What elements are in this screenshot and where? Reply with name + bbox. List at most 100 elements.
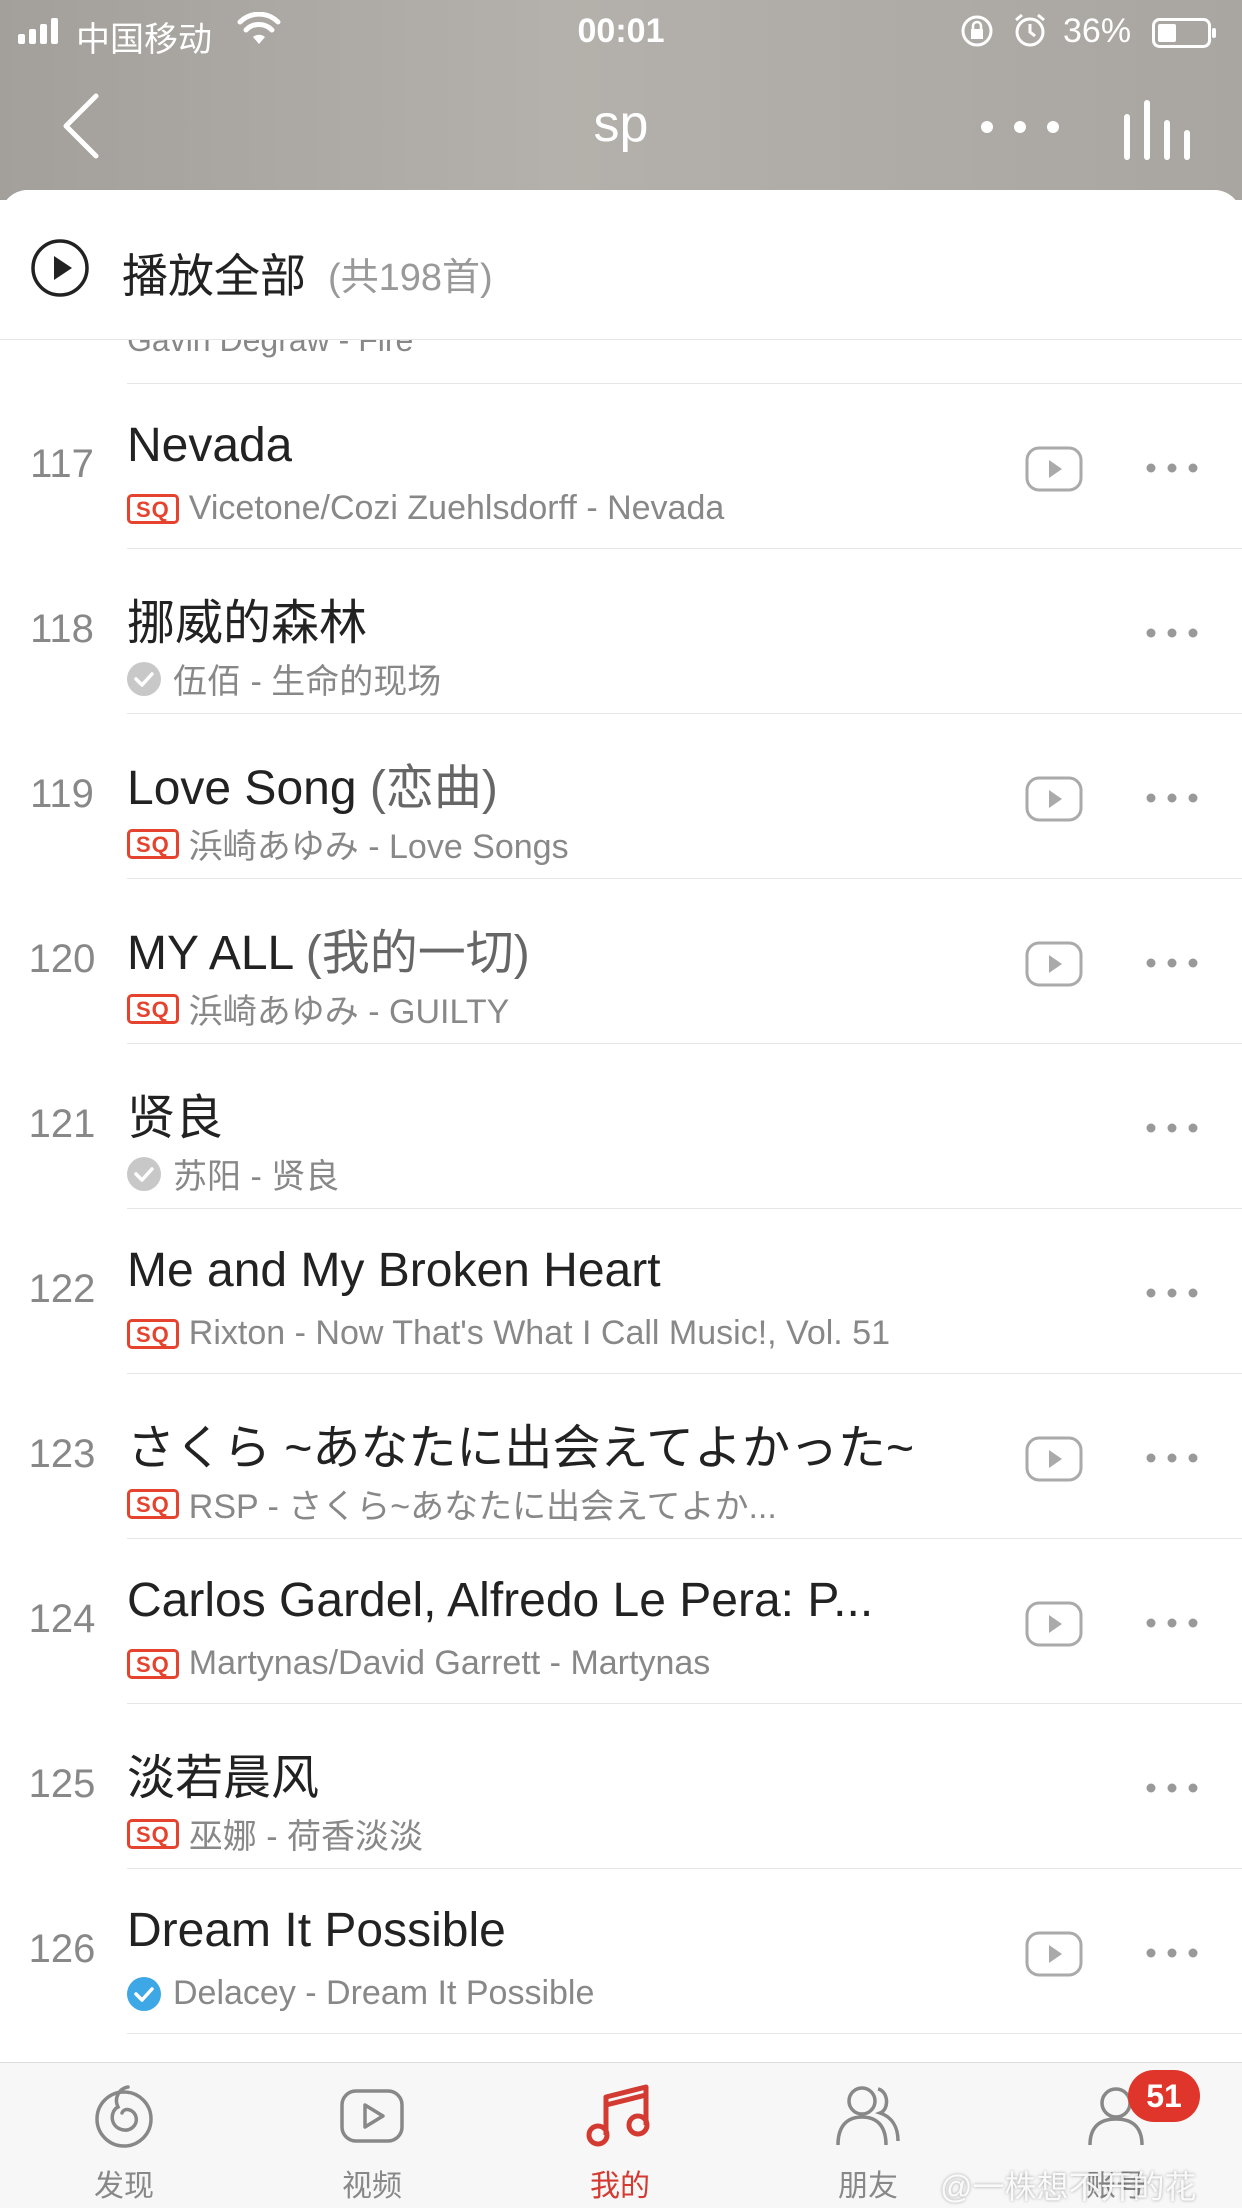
- song-index: 123: [28, 1432, 96, 1476]
- song-row[interactable]: 118 挪威的森林伍佰 - 生命的现场: [0, 549, 1242, 714]
- song-title-text: さくら ~あなたに出会えてよかった~: [127, 1422, 914, 1475]
- song-index: 124: [28, 1597, 96, 1641]
- song-meta: SQ Rixton - Now That's What I Call Music!…: [127, 1314, 890, 1353]
- song-row[interactable]: 126 Dream It Possible Delacey - Dream It P…: [0, 1869, 1242, 2034]
- song-row[interactable]: 124 Carlos Gardel, Alfredo Le Pera: P... S…: [0, 1539, 1242, 1704]
- mv-play-icon[interactable]: [1025, 776, 1083, 822]
- more-icon[interactable]: [1145, 1617, 1199, 1629]
- more-icon[interactable]: [1145, 1452, 1199, 1464]
- song-title: Nevada: [127, 418, 292, 473]
- song-title: 贤良: [127, 1078, 223, 1148]
- tab-mine[interactable]: 我的: [496, 2063, 744, 2208]
- play-circle-icon[interactable]: [30, 238, 90, 298]
- song-meta: SQ 巫娜 - 荷香淡淡: [127, 1809, 423, 1858]
- song-artist-album: RSP - さくら~あなたに出会えてよか...: [188, 1488, 777, 1526]
- sq-quality-badge: SQ: [127, 1818, 179, 1849]
- song-index: 126: [28, 1927, 96, 1971]
- song-title: Love Song (恋曲): [127, 748, 498, 818]
- song-artist-album: 伍佰 - 生命的现场: [173, 663, 442, 701]
- sq-quality-badge: SQ: [127, 1648, 179, 1679]
- play-all-count: (共198首): [328, 257, 493, 299]
- tab-video[interactable]: 视频: [248, 2063, 496, 2208]
- song-index: 120: [28, 937, 96, 981]
- song-index: 121: [28, 1102, 96, 1146]
- song-artist-album: Vicetone/Cozi Zuehlsdorff - Nevada: [188, 489, 725, 527]
- music-note-icon: [586, 2084, 650, 2147]
- sq-quality-badge: SQ: [127, 993, 179, 1024]
- alarm-icon: [1015, 13, 1045, 47]
- more-icon[interactable]: [1145, 792, 1199, 804]
- mv-play-icon[interactable]: [1025, 1436, 1083, 1482]
- song-row[interactable]: 121 贤良 苏阳 - 贤良: [0, 1044, 1242, 1209]
- header: 中国移动 00:01 36% sp: [0, 0, 1242, 200]
- more-icon[interactable]: [1145, 1947, 1199, 1959]
- sq-quality-badge: SQ: [127, 1318, 179, 1349]
- song-list-panel: 播放全部 (共198首) Gavin Degraw - Fire 117 Neva…: [0, 190, 1242, 2060]
- song-artist-album: Martynas/David Garrett - Martynas: [188, 1644, 711, 1682]
- battery-percent: 36%: [1063, 12, 1132, 50]
- mv-play-icon[interactable]: [1025, 1601, 1083, 1647]
- downloaded-check-icon: [127, 1976, 161, 2011]
- song-index: 117: [30, 442, 94, 486]
- song-meta: SQ RSP - さくら~あなたに出会えてよか...: [127, 1479, 777, 1528]
- discover-icon: [95, 2085, 153, 2148]
- song-meta: SQ Vicetone/Cozi Zuehlsdorff - Nevada: [127, 489, 724, 528]
- mv-play-icon[interactable]: [1025, 941, 1083, 987]
- play-all-label: 播放全部: [122, 250, 306, 302]
- song-title-text: MY ALL: [127, 927, 306, 980]
- song-artist-album: Rixton - Now That's What I Call Music!, …: [188, 1314, 891, 1352]
- song-title-text: Nevada: [127, 419, 293, 472]
- song-title: Dream It Possible: [127, 1903, 506, 1958]
- song-meta: Delacey - Dream It Possible: [127, 1974, 594, 2013]
- play-all-bar[interactable]: 播放全部 (共198首): [0, 190, 1242, 340]
- song-index: 119: [30, 772, 94, 816]
- song-meta: SQ 浜崎あゆみ - GUILTY: [127, 984, 509, 1033]
- sq-quality-badge: SQ: [127, 1488, 179, 1519]
- song-title-subtitle: (我的一切): [305, 927, 530, 980]
- more-icon[interactable]: [980, 120, 1060, 134]
- song-title: Me and My Broken Heart: [127, 1243, 661, 1298]
- watermark: @一株想不开的花: [940, 2169, 1197, 2205]
- equalizer-icon[interactable]: [1120, 100, 1192, 160]
- song-meta: SQ Martynas/David Garrett - Martynas: [127, 1644, 710, 1683]
- song-row[interactable]: 123 さくら ~あなたに出会えてよかった~ SQ RSP - さくら~あなたに出会え…: [0, 1374, 1242, 1539]
- song-row[interactable]: 122 Me and My Broken Heart SQ Rixton - Now …: [0, 1209, 1242, 1374]
- song-title-text: Dream It Possible: [127, 1904, 506, 1957]
- song-row[interactable]: 119 Love Song (恋曲) SQ 浜崎あゆみ - Love Songs: [0, 714, 1242, 879]
- song-index: 125: [28, 1762, 96, 1806]
- song-row[interactable]: 120 MY ALL (我的一切) SQ 浜崎あゆみ - GUILTY: [0, 879, 1242, 1044]
- tab-label: 我的: [590, 2170, 650, 2203]
- status-time: 00:01: [577, 12, 665, 50]
- song-title-text: Me and My Broken Heart: [127, 1244, 661, 1297]
- song-title-text: 挪威的森林: [127, 597, 368, 650]
- more-icon[interactable]: [1145, 462, 1199, 474]
- song-row[interactable]: 117 Nevada SQ Vicetone/Cozi Zuehlsdorff - N…: [0, 384, 1242, 549]
- check-icon: [127, 661, 161, 696]
- song-index: 122: [28, 1267, 96, 1311]
- mv-play-icon[interactable]: [1025, 446, 1083, 492]
- friends-icon: [836, 2086, 900, 2146]
- notification-badge: 51: [1128, 2070, 1200, 2122]
- song-title-text: 贤良: [127, 1092, 224, 1145]
- video-icon: [340, 2089, 404, 2143]
- status-bar: 中国移动 00:01 36%: [0, 0, 1242, 62]
- more-icon[interactable]: [1145, 957, 1199, 969]
- sq-quality-badge: SQ: [127, 828, 179, 859]
- mv-play-icon[interactable]: [1025, 1931, 1083, 1977]
- song-meta: SQ 浜崎あゆみ - Love Songs: [127, 819, 569, 868]
- battery-icon: [1152, 18, 1216, 48]
- song-row[interactable]: 125 淡若晨风 SQ 巫娜 - 荷香淡淡: [0, 1704, 1242, 1869]
- more-icon[interactable]: [1145, 627, 1199, 639]
- more-icon[interactable]: [1145, 1782, 1199, 1794]
- song-title: 挪威的森林: [127, 583, 367, 653]
- sq-quality-badge: SQ: [127, 493, 179, 524]
- more-icon[interactable]: [1145, 1122, 1199, 1134]
- song-index: 118: [30, 607, 94, 651]
- more-icon[interactable]: [1145, 1287, 1199, 1299]
- rotation-lock-icon: [961, 15, 993, 47]
- song-artist-album: 巫娜 - 荷香淡淡: [188, 1818, 424, 1856]
- tab-label: 发现: [94, 2170, 154, 2203]
- tab-discover[interactable]: 发现: [0, 2063, 248, 2208]
- song-list: 117 Nevada SQ Vicetone/Cozi Zuehlsdorff - N…: [0, 384, 1242, 2034]
- tab-label: 视频: [342, 2170, 402, 2203]
